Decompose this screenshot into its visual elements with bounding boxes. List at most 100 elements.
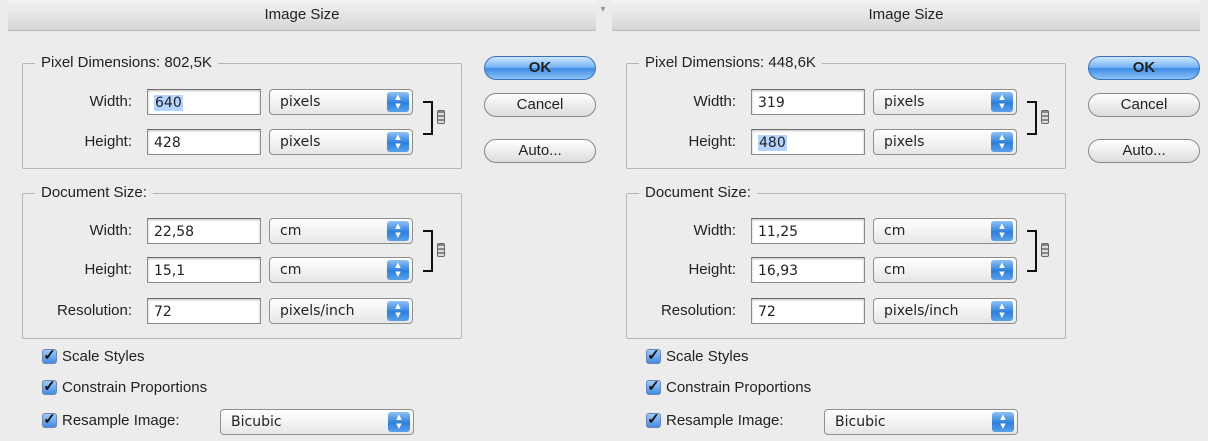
document-size-title: Document Size: [35, 184, 153, 202]
cancel-button[interactable]: Cancel [1088, 93, 1200, 117]
doc-height-unit-select[interactable]: cm ▲ ▼ [269, 257, 413, 283]
doc-height-input[interactable]: 15,1 [147, 257, 261, 283]
checkmark-icon: ✓ [43, 378, 56, 395]
pixel-width-input[interactable]: 640 [147, 89, 261, 115]
resolution-input[interactable]: 72 [147, 298, 261, 324]
doc-height-label: Height: [688, 261, 736, 278]
resample-image-label[interactable]: Resample Image: [666, 412, 784, 430]
up-down-arrows-icon: ▲ ▼ [991, 260, 1013, 280]
doc-width-unit-select[interactable]: cm ▲ ▼ [873, 218, 1017, 244]
up-down-arrows-icon: ▲ ▼ [992, 412, 1014, 432]
resample-method-select[interactable]: Bicubic ▲ ▼ [824, 409, 1018, 435]
pixel-width-label: Width: [693, 93, 736, 110]
scale-styles-label[interactable]: Scale Styles [62, 348, 145, 366]
ok-button[interactable]: OK [1088, 56, 1200, 80]
up-down-arrows-icon: ▲ ▼ [387, 260, 409, 280]
pixel-height-value: 428 [154, 135, 181, 151]
up-down-arrows-icon: ▲ ▼ [387, 132, 409, 152]
chain-link-icon [437, 110, 445, 124]
pixel-dimensions-label: Pixel Dimensions: [41, 54, 161, 71]
pixel-dimensions-size: 802,5K [164, 54, 212, 71]
resample-method-value: Bicubic [835, 414, 886, 430]
doc-constrain-bracket [423, 230, 433, 272]
doc-height-input[interactable]: 16,93 [751, 257, 865, 283]
pixel-height-unit-select[interactable]: pixels ▲ ▼ [269, 129, 413, 155]
chain-link-icon [437, 243, 445, 257]
dialog-title: Image Size [612, 0, 1200, 31]
up-down-arrows-icon: ▲ ▼ [991, 132, 1013, 152]
checkmark-icon: ✓ [43, 347, 56, 364]
up-down-arrows-icon: ▲ ▼ [387, 221, 409, 241]
constrain-proportions-label[interactable]: Constrain Proportions [62, 379, 207, 397]
checkmark-icon: ✓ [647, 411, 660, 428]
doc-width-label: Width: [693, 222, 736, 239]
pixel-height-input[interactable]: 428 [147, 129, 261, 155]
doc-width-value: 11,25 [758, 224, 799, 240]
pixel-width-unit-select[interactable]: pixels ▲ ▼ [873, 89, 1017, 115]
document-size-title: Document Size: [639, 184, 757, 202]
pixel-height-unit: pixels [280, 134, 321, 150]
doc-width-unit: cm [280, 223, 302, 239]
doc-width-value: 22,58 [154, 224, 195, 240]
pixel-width-value: 640 [154, 95, 183, 111]
doc-width-unit-select[interactable]: cm ▲ ▼ [269, 218, 413, 244]
pixel-width-label: Width: [89, 93, 132, 110]
resample-image-checkbox[interactable]: ✓ [646, 411, 661, 428]
doc-width-input[interactable]: 11,25 [751, 218, 865, 244]
chain-link-icon [1041, 110, 1049, 124]
resolution-label: Resolution: [56, 302, 132, 319]
doc-width-label: Width: [89, 222, 132, 239]
resample-image-checkbox[interactable]: ✓ [42, 411, 57, 428]
image-size-dialog-right: Image Size Pixel Dimensions: 448,6K Widt… [604, 0, 1208, 441]
up-down-arrows-icon: ▲ ▼ [991, 221, 1013, 241]
pixel-width-value: 319 [758, 95, 785, 111]
constrain-proportions-checkbox[interactable]: ✓ [646, 378, 661, 395]
pixel-height-value: 480 [758, 135, 787, 151]
pixel-dimensions-size: 448,6K [768, 54, 816, 71]
doc-height-unit-select[interactable]: cm ▲ ▼ [873, 257, 1017, 283]
pixel-dimensions-title: Pixel Dimensions: 802,5K [35, 54, 218, 72]
doc-height-label: Height: [84, 261, 132, 278]
image-size-dialog-left: Image Size Pixel Dimensions: 802,5K Widt… [0, 0, 604, 441]
resolution-value: 72 [154, 304, 172, 320]
auto-button[interactable]: Auto... [1088, 139, 1200, 163]
pixel-height-input[interactable]: 480 [751, 129, 865, 155]
resample-method-select[interactable]: Bicubic ▲ ▼ [220, 409, 414, 435]
cancel-button[interactable]: Cancel [484, 93, 596, 117]
up-down-arrows-icon: ▲ ▼ [387, 301, 409, 321]
pixel-width-unit-select[interactable]: pixels ▲ ▼ [269, 89, 413, 115]
resolution-unit-select[interactable]: pixels/inch ▲ ▼ [269, 298, 413, 324]
pixel-constrain-bracket [1027, 101, 1037, 135]
up-down-arrows-icon: ▲ ▼ [387, 92, 409, 112]
doc-width-input[interactable]: 22,58 [147, 218, 261, 244]
resolution-unit-select[interactable]: pixels/inch ▲ ▼ [873, 298, 1017, 324]
resample-image-label[interactable]: Resample Image: [62, 412, 180, 430]
pixel-height-label: Height: [84, 133, 132, 150]
doc-width-unit: cm [884, 223, 906, 239]
pixel-dimensions-label: Pixel Dimensions: [645, 54, 765, 71]
pixel-width-unit: pixels [884, 94, 925, 110]
resample-method-value: Bicubic [231, 414, 282, 430]
pixel-width-unit: pixels [280, 94, 321, 110]
up-down-arrows-icon: ▲ ▼ [388, 412, 410, 432]
dialog-title: Image Size [8, 0, 596, 31]
constrain-proportions-checkbox[interactable]: ✓ [42, 378, 57, 395]
auto-button[interactable]: Auto... [484, 139, 596, 163]
doc-height-value: 15,1 [154, 263, 186, 279]
constrain-proportions-label[interactable]: Constrain Proportions [666, 379, 811, 397]
resolution-input[interactable]: 72 [751, 298, 865, 324]
resolution-value: 72 [758, 304, 776, 320]
pixel-height-unit-select[interactable]: pixels ▲ ▼ [873, 129, 1017, 155]
pixel-constrain-bracket [423, 101, 433, 135]
resolution-label: Resolution: [660, 302, 736, 319]
ok-button[interactable]: OK [484, 56, 596, 80]
scale-styles-checkbox[interactable]: ✓ [646, 348, 661, 364]
scale-styles-label[interactable]: Scale Styles [666, 348, 749, 366]
pixel-height-label: Height: [688, 133, 736, 150]
up-down-arrows-icon: ▲ ▼ [991, 301, 1013, 321]
checkmark-icon: ✓ [43, 411, 56, 428]
doc-height-unit: cm [280, 262, 302, 278]
checkmark-icon: ✓ [647, 378, 660, 395]
pixel-width-input[interactable]: 319 [751, 89, 865, 115]
scale-styles-checkbox[interactable]: ✓ [42, 347, 57, 364]
